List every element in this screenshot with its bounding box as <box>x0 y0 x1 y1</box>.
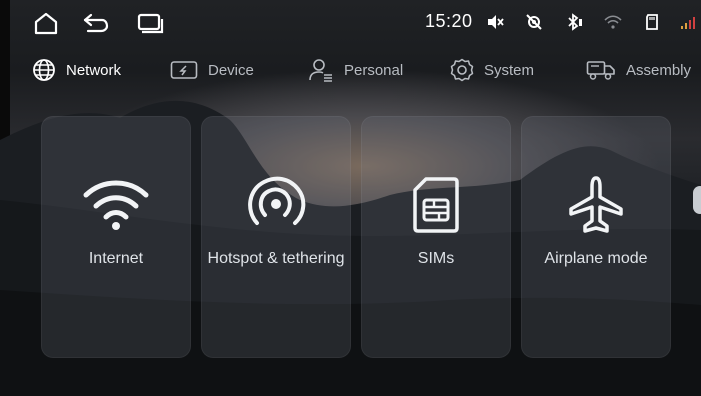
home-icon <box>34 12 58 35</box>
sim-icon <box>413 177 459 233</box>
bluetooth-icon <box>568 13 582 31</box>
status-bar: 15:20 <box>10 0 701 44</box>
tab-personal[interactable]: Personal <box>308 56 403 84</box>
status-clock: 15:20 <box>425 11 473 31</box>
tab-device[interactable]: Device <box>170 56 254 84</box>
globe-icon <box>33 59 55 81</box>
tab-label: Assembly <box>626 61 692 79</box>
card-airplane-mode[interactable]: Airplane mode <box>521 116 671 358</box>
tab-system[interactable]: System <box>450 56 534 84</box>
back-icon <box>83 13 109 33</box>
person-icon <box>309 59 332 82</box>
gear-icon <box>450 58 474 82</box>
recent-apps-icon <box>137 13 164 34</box>
airplane-icon <box>569 176 623 233</box>
settings-tabs: Network Device Personal System Assembly <box>10 52 701 88</box>
device-icon <box>170 61 198 79</box>
hotspot-icon <box>248 176 306 225</box>
recent-apps-button[interactable] <box>136 10 164 36</box>
tab-label: Personal <box>344 61 404 79</box>
card-sims[interactable]: SIMs <box>361 116 511 358</box>
tab-label: System <box>484 61 535 79</box>
truck-icon <box>586 61 615 80</box>
card-hotspot-tethering[interactable]: Hotspot & tethering <box>201 116 351 358</box>
side-panel-handle[interactable] <box>693 186 701 214</box>
wifi-weak-icon <box>604 15 622 29</box>
mute-icon <box>488 15 504 29</box>
back-button[interactable] <box>82 10 110 36</box>
card-label: Airplane mode <box>544 250 648 267</box>
settings-screen: 15:20 Network Device Personal System Ass… <box>0 0 701 396</box>
location-off-icon <box>526 14 542 30</box>
tab-label: Network <box>66 61 122 79</box>
tab-label: Device <box>208 61 254 79</box>
home-button[interactable] <box>32 10 60 36</box>
wifi-icon <box>83 180 149 230</box>
tab-assembly[interactable]: Assembly <box>586 56 691 84</box>
tab-network[interactable]: Network <box>32 56 121 84</box>
sd-card-icon <box>646 14 658 30</box>
card-internet[interactable]: Internet <box>41 116 191 358</box>
signal-icon <box>681 17 695 29</box>
